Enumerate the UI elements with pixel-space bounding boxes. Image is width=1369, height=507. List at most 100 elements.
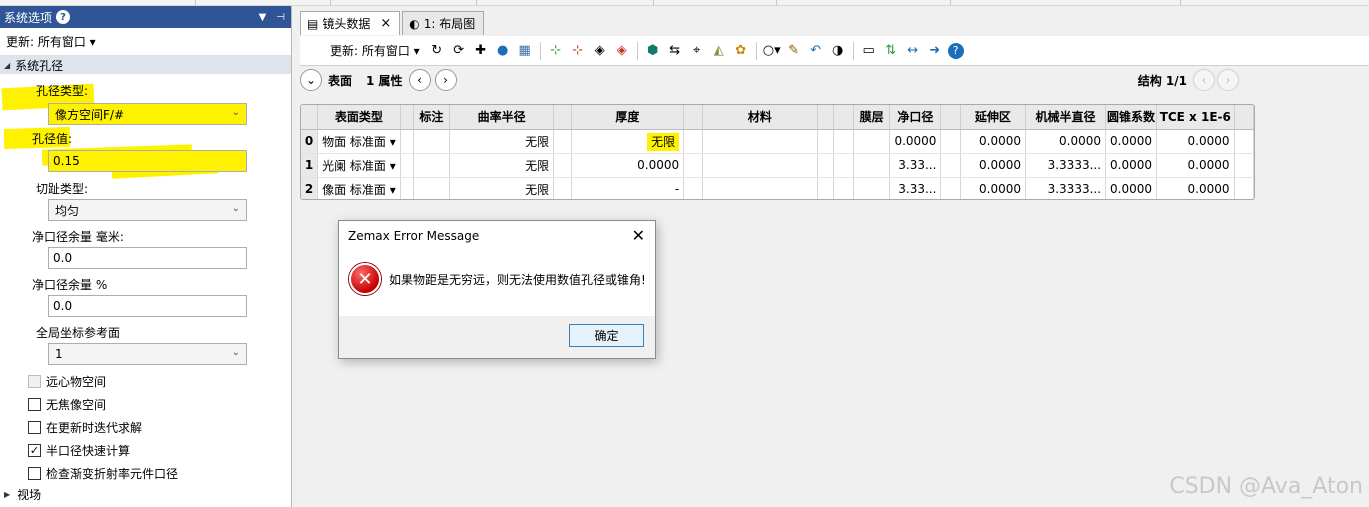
- mech-semi-dia-cell[interactable]: 3.3333...: [1025, 177, 1107, 199]
- update-selector[interactable]: 更新: 所有窗口 ▾: [0, 28, 291, 56]
- aperture-value-input[interactable]: 0.15: [48, 150, 247, 172]
- surface-prop-icon[interactable]: ⬢: [644, 42, 662, 60]
- coating-cell[interactable]: [853, 153, 891, 178]
- chip-zone-cell[interactable]: 0.0000: [960, 129, 1027, 154]
- config-prev-icon[interactable]: ‹: [1193, 69, 1215, 91]
- header-tce[interactable]: TCE x 1E-6: [1156, 105, 1235, 130]
- pin-icon[interactable]: ⊣: [276, 12, 285, 23]
- header-surface-type[interactable]: 表面类型: [317, 105, 401, 130]
- comment-cell[interactable]: [413, 177, 451, 199]
- surface-type-dropdown[interactable]: 标准面 ▾: [350, 135, 396, 149]
- header-chip-zone[interactable]: 延伸区: [960, 105, 1027, 130]
- header-conic[interactable]: 圆锥系数: [1105, 105, 1158, 130]
- config-next-icon[interactable]: ›: [1217, 69, 1239, 91]
- coating-cell[interactable]: [853, 129, 891, 154]
- clear-margin-mm-input[interactable]: 0.0: [48, 247, 247, 269]
- expand-arrows-icon[interactable]: ↔: [904, 42, 922, 60]
- radius-cell[interactable]: 无限: [449, 129, 555, 154]
- apodization-select[interactable]: 均匀 ⌄: [48, 199, 247, 221]
- right-arrow-icon[interactable]: ➜: [926, 42, 944, 60]
- swap-icon[interactable]: ⇅: [882, 42, 900, 60]
- next-icon[interactable]: ›: [434, 69, 457, 91]
- update-icon[interactable]: ↻: [428, 42, 446, 60]
- header-clear-semi-dia[interactable]: 净口径: [889, 105, 942, 130]
- thickness-cell[interactable]: -: [571, 177, 685, 199]
- header-radius[interactable]: 曲率半径: [449, 105, 555, 130]
- ok-button[interactable]: 确定: [569, 324, 644, 347]
- tab-layout[interactable]: ◐ 1: 布局图: [402, 11, 485, 35]
- clear-semi-dia-cell[interactable]: 3.33...: [889, 177, 942, 199]
- conic-cell[interactable]: 0.0000: [1105, 129, 1158, 154]
- help-icon[interactable]: ?: [56, 10, 71, 24]
- palette-icon[interactable]: ✿: [732, 42, 750, 60]
- section-system-aperture[interactable]: ◢ 系统孔径: [0, 56, 291, 74]
- chevron-down-icon[interactable]: ⌄: [300, 69, 322, 91]
- prev-icon[interactable]: ‹: [408, 69, 431, 91]
- page-icon[interactable]: ▭: [860, 42, 878, 60]
- mech-semi-dia-cell[interactable]: 3.3333...: [1025, 153, 1107, 178]
- close-icon[interactable]: ×: [380, 16, 391, 31]
- checkbox-fast-semi-diameters[interactable]: ✓ 半口径快速计算: [28, 442, 130, 459]
- tce-cell[interactable]: 0.0000: [1156, 153, 1235, 178]
- surface-name-cell[interactable]: 像面 标准面 ▾: [317, 177, 401, 199]
- surface-type-dropdown[interactable]: 标准面 ▾: [350, 159, 396, 173]
- circle-dropdown-icon[interactable]: ○▾: [763, 42, 781, 60]
- surface-type-dropdown[interactable]: 标准面 ▾: [350, 183, 396, 197]
- header-coating[interactable]: 膜层: [853, 105, 891, 130]
- chip-zone-cell[interactable]: 0.0000: [960, 153, 1027, 178]
- decenter-icon[interactable]: ⌖: [688, 42, 706, 60]
- tab-lens-data[interactable]: ▤ 镜头数据 ×: [300, 11, 401, 35]
- radius-cell[interactable]: 无限: [449, 177, 555, 199]
- mech-semi-dia-cell[interactable]: 0.0000: [1025, 129, 1107, 154]
- cube-delete-icon[interactable]: ◈: [613, 42, 631, 60]
- tilt-icon[interactable]: ⇆: [666, 42, 684, 60]
- toolbar-update-selector[interactable]: 更新: 所有窗口 ▾: [330, 42, 420, 59]
- thickness-cell[interactable]: 无限: [571, 129, 685, 154]
- conic-cell[interactable]: 0.0000: [1105, 177, 1158, 199]
- tree-item-field[interactable]: ▶ 视场: [4, 486, 41, 503]
- help-icon[interactable]: ?: [947, 42, 964, 59]
- chart-icon[interactable]: ▦: [516, 42, 534, 60]
- chip-zone-cell[interactable]: 0.0000: [960, 177, 1027, 199]
- header-material[interactable]: 材料: [702, 105, 818, 130]
- insert-surface-icon[interactable]: ⊹: [547, 42, 565, 60]
- update-all-icon[interactable]: ⟳: [450, 42, 468, 60]
- checkbox-iterate-solves[interactable]: 在更新时迭代求解: [28, 419, 142, 436]
- globe-icon[interactable]: ●: [494, 42, 512, 60]
- conic-cell[interactable]: 0.0000: [1105, 153, 1158, 178]
- crosshair-icon[interactable]: ✚: [472, 42, 490, 60]
- comment-cell[interactable]: [413, 153, 451, 178]
- cube-icon[interactable]: ◈: [591, 42, 609, 60]
- surface-name-cell[interactable]: 物面 标准面 ▾: [317, 129, 401, 154]
- aperture-type-select[interactable]: 像方空间F/# ⌄: [48, 103, 247, 125]
- checkbox-check-grin-apertures[interactable]: 检查渐变折射率元件口径: [28, 465, 178, 482]
- clear-semi-dia-cell[interactable]: 3.33...: [889, 153, 942, 178]
- delete-surface-icon[interactable]: ⊹: [569, 42, 587, 60]
- header-mech-semi-dia[interactable]: 机械半直径: [1025, 105, 1107, 130]
- checkbox-afocal-image[interactable]: 无焦像空间: [28, 396, 106, 413]
- close-icon[interactable]: ✕: [632, 226, 645, 245]
- global-ref-select[interactable]: 1 ⌄: [48, 343, 247, 365]
- brush-icon[interactable]: ✎: [785, 42, 803, 60]
- material-cell[interactable]: [702, 153, 818, 178]
- thickness-cell[interactable]: 0.0000: [571, 153, 685, 178]
- coating-cell[interactable]: [853, 177, 891, 199]
- toggle-icon[interactable]: ◑: [829, 42, 847, 60]
- surface-name-cell[interactable]: 光阑 标准面 ▾: [317, 153, 401, 178]
- comment-cell[interactable]: [413, 129, 451, 154]
- tce-cell[interactable]: 0.0000: [1156, 177, 1235, 199]
- material-cell[interactable]: [702, 129, 818, 154]
- row-number[interactable]: 0: [301, 129, 319, 154]
- fold-mirror-icon[interactable]: ◭: [710, 42, 728, 60]
- header-comment[interactable]: 标注: [413, 105, 451, 130]
- row-number[interactable]: 1: [301, 153, 319, 178]
- radius-cell[interactable]: 无限: [449, 153, 555, 178]
- clear-semi-dia-cell[interactable]: 0.0000: [889, 129, 942, 154]
- tce-cell[interactable]: 0.0000: [1156, 129, 1235, 154]
- dropdown-icon[interactable]: ▼: [259, 12, 267, 23]
- undo-icon[interactable]: ↶: [807, 42, 825, 60]
- checkbox-telecentric-object[interactable]: 远心物空间: [28, 373, 106, 390]
- clear-margin-pct-input[interactable]: 0.0: [48, 295, 247, 317]
- material-cell[interactable]: [702, 177, 818, 199]
- row-number[interactable]: 2: [301, 177, 319, 199]
